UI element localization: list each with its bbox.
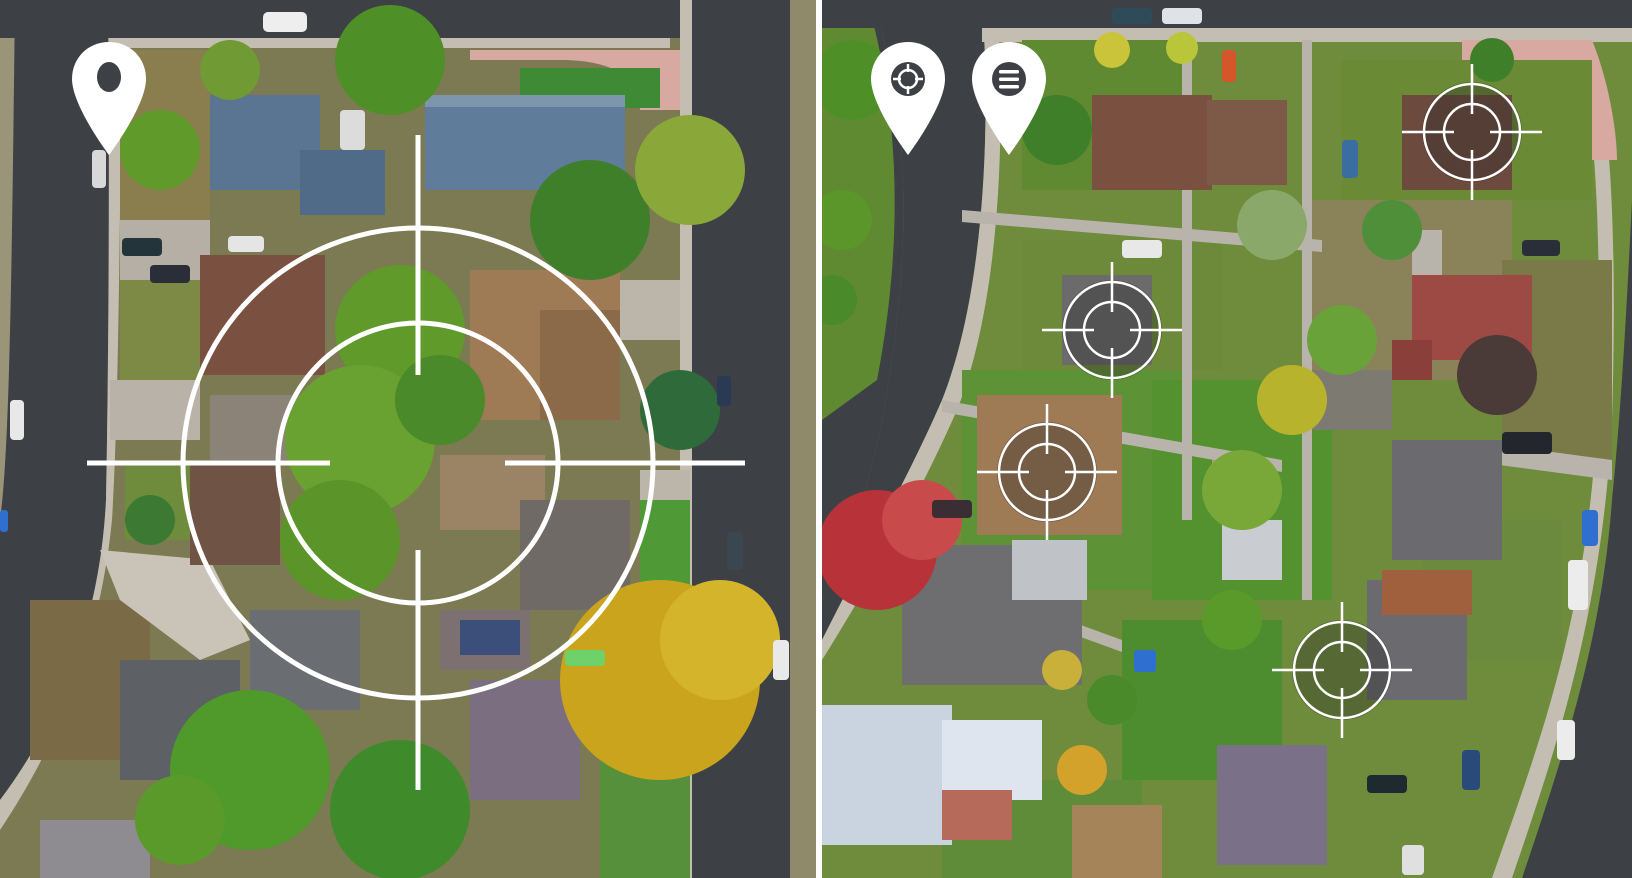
aerial-image-composite <box>0 0 1632 878</box>
right-aerial-panel <box>822 0 1632 878</box>
right-aerial-photo <box>822 0 1632 878</box>
left-aerial-panel <box>0 0 816 878</box>
